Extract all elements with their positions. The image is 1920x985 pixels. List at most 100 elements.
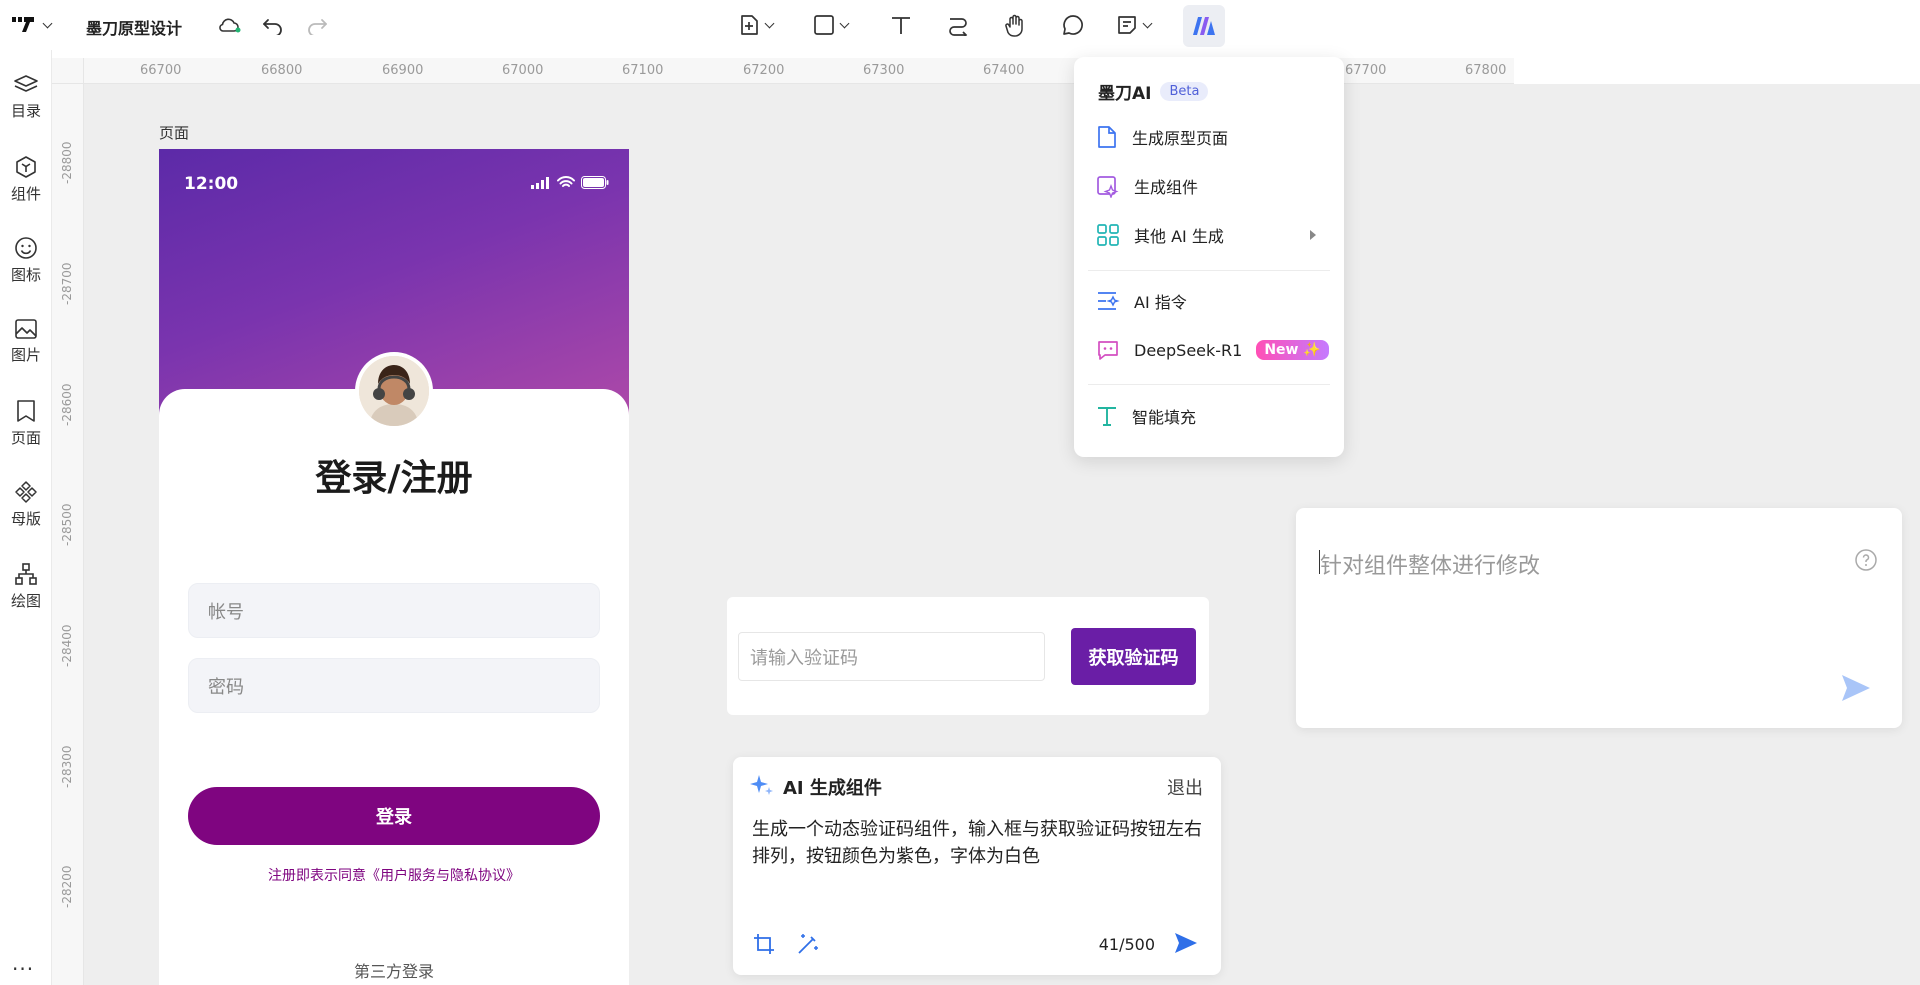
connector-tool-button[interactable] bbox=[947, 10, 969, 40]
vertical-ruler: -28800 -28700 -28600 -28500 -28400 -2830… bbox=[52, 84, 84, 985]
add-page-icon bbox=[741, 15, 758, 35]
chat-bot-icon bbox=[1098, 341, 1118, 360]
chevron-down-icon bbox=[839, 18, 850, 28]
shape-tool-button[interactable] bbox=[813, 10, 850, 40]
crop-icon[interactable] bbox=[752, 932, 776, 956]
chevron-down-icon bbox=[1142, 18, 1153, 28]
chevron-down-icon bbox=[764, 18, 775, 28]
document-title[interactable]: 墨刀原型设计 bbox=[86, 15, 182, 39]
login-button[interactable]: 登录 bbox=[188, 787, 600, 845]
signal-icon bbox=[531, 176, 549, 189]
sidebar-item-drawing[interactable]: 绘图 bbox=[0, 562, 52, 611]
sidebar-item-components[interactable]: 组件 bbox=[0, 155, 52, 204]
artboard-label[interactable]: 页面 bbox=[159, 122, 189, 143]
comment-tool-button[interactable] bbox=[1061, 10, 1085, 40]
menu-item-label: DeepSeek-R1 bbox=[1134, 340, 1243, 360]
sidebar-item-label: 图片 bbox=[10, 346, 41, 364]
exit-button[interactable]: 退出 bbox=[1167, 774, 1203, 800]
layers-icon bbox=[14, 75, 38, 92]
ai-menu-title: 墨刀AI bbox=[1098, 84, 1152, 104]
ruler-tick: 67700 bbox=[1345, 63, 1387, 78]
status-bar-time: 12:00 bbox=[184, 174, 239, 194]
component-icon bbox=[16, 156, 36, 178]
drawing-icon bbox=[15, 563, 37, 585]
battery-icon bbox=[581, 176, 609, 189]
third-party-login-label: 第三方登录 bbox=[353, 962, 434, 981]
connector-icon bbox=[949, 18, 968, 36]
modao-logo-icon bbox=[12, 14, 38, 37]
ruler-tick: 67200 bbox=[743, 63, 785, 78]
insert-page-button[interactable] bbox=[738, 10, 775, 40]
sidebar-item-images[interactable]: 图片 bbox=[0, 318, 52, 365]
new-badge: New ✨ bbox=[1256, 340, 1329, 360]
sidebar-item-label: 图标 bbox=[10, 266, 41, 284]
cloud-sync-status[interactable] bbox=[216, 10, 242, 40]
master-icon bbox=[15, 481, 37, 503]
submenu-arrow-icon bbox=[1310, 230, 1316, 240]
undo-icon bbox=[263, 19, 282, 35]
modao-ai-icon bbox=[1193, 17, 1215, 35]
get-code-button[interactable]: 获取验证码 bbox=[1071, 628, 1196, 685]
chevron-down-icon bbox=[42, 18, 53, 29]
ai-command-icon bbox=[1098, 292, 1120, 310]
agreement-link[interactable]: 注册即表示同意《用户服务与隐私协议》 bbox=[159, 865, 629, 885]
hand-icon bbox=[1005, 14, 1023, 37]
menu-item-label: AI 指令 bbox=[1134, 293, 1187, 312]
ruler-tick: -28400 bbox=[60, 624, 74, 667]
menu-item-ai-command[interactable]: AI 指令 bbox=[1086, 281, 1332, 321]
sidebar-item-pages[interactable]: 页面 bbox=[0, 399, 52, 448]
phone-artboard[interactable]: 12:00 登录/注册 帐号 密码 登录 注册即表示同意《用户服务与隐私协议》 … bbox=[159, 149, 629, 985]
note-tool-button[interactable] bbox=[1116, 10, 1153, 40]
wifi-icon bbox=[557, 176, 575, 187]
sidebar-item-masters[interactable]: 母版 bbox=[0, 480, 52, 529]
page-icon bbox=[17, 400, 35, 422]
ruler-tick: 67400 bbox=[983, 63, 1025, 78]
modao-ai-button[interactable] bbox=[1183, 5, 1225, 47]
ai-prompt-text[interactable]: 生成一个动态验证码组件，输入框与获取验证码按钮左右排列，按钮颜色为紫色，字体为白… bbox=[752, 816, 1207, 870]
ruler-tick: 66800 bbox=[261, 63, 303, 78]
magic-wand-icon[interactable] bbox=[795, 931, 821, 957]
ruler-tick: 67000 bbox=[502, 63, 544, 78]
sidebar-item-outline[interactable]: 目录 bbox=[0, 74, 52, 121]
ruler-tick: -28700 bbox=[60, 262, 74, 305]
char-counter: 41/500 bbox=[1098, 935, 1155, 954]
ruler-tick: -28500 bbox=[60, 503, 74, 546]
send-icon[interactable] bbox=[1840, 673, 1872, 703]
app-logo-menu[interactable] bbox=[12, 14, 53, 37]
sidebar-item-label: 页面 bbox=[10, 429, 41, 447]
edit-instruction-input[interactable]: 针对组件整体进行修改 bbox=[1320, 548, 1540, 580]
menu-item-generate-page[interactable]: 生成原型页面 bbox=[1086, 117, 1332, 157]
text-tool-button[interactable] bbox=[890, 10, 912, 40]
image-icon bbox=[15, 319, 37, 339]
more-options-icon[interactable]: ... bbox=[12, 951, 34, 975]
login-title: 登录/注册 bbox=[315, 458, 473, 499]
ai-generate-panel: AI 生成组件 退出 生成一个动态验证码组件，输入框与获取验证码按钮左右排列，按… bbox=[733, 757, 1221, 975]
status-bar-icons bbox=[531, 176, 609, 189]
hand-tool-button[interactable] bbox=[1003, 10, 1027, 40]
help-icon[interactable] bbox=[1854, 548, 1878, 572]
ruler-tick: -28800 bbox=[60, 141, 74, 184]
menu-item-deepseek[interactable]: DeepSeek-R1 New ✨ bbox=[1086, 330, 1332, 370]
ruler-tick: -28600 bbox=[60, 383, 74, 426]
ai-component-icon bbox=[1097, 176, 1119, 198]
ruler-tick: -28300 bbox=[60, 745, 74, 788]
ruler-tick: 67100 bbox=[622, 63, 664, 78]
menu-item-smart-fill[interactable]: 智能填充 bbox=[1086, 396, 1332, 436]
top-toolbar: 墨刀原型设计 bbox=[0, 0, 1514, 50]
menu-item-label: 智能填充 bbox=[1132, 408, 1197, 427]
ruler-tick: -28200 bbox=[60, 865, 74, 908]
menu-item-generate-component[interactable]: 生成组件 bbox=[1086, 166, 1332, 206]
account-field[interactable]: 帐号 bbox=[188, 583, 600, 638]
sidebar-item-label: 组件 bbox=[10, 185, 41, 203]
send-icon[interactable] bbox=[1173, 931, 1199, 955]
sidebar-item-icons[interactable]: 图标 bbox=[0, 236, 52, 285]
note-icon bbox=[1118, 16, 1136, 34]
verification-code-input[interactable]: 请输入验证码 bbox=[738, 632, 1045, 681]
redo-button[interactable] bbox=[306, 10, 328, 40]
menu-item-other-ai[interactable]: 其他 AI 生成 bbox=[1086, 215, 1332, 255]
password-field[interactable]: 密码 bbox=[188, 658, 600, 713]
undo-button[interactable] bbox=[262, 10, 284, 40]
sidebar-item-label: 目录 bbox=[10, 102, 41, 120]
ai-menu-dropdown: 墨刀AI Beta 生成原型页面 生成组件 其他 AI 生成 AI 指令 Dee… bbox=[1074, 57, 1344, 457]
verification-code-component[interactable]: 请输入验证码 获取验证码 bbox=[727, 597, 1209, 715]
